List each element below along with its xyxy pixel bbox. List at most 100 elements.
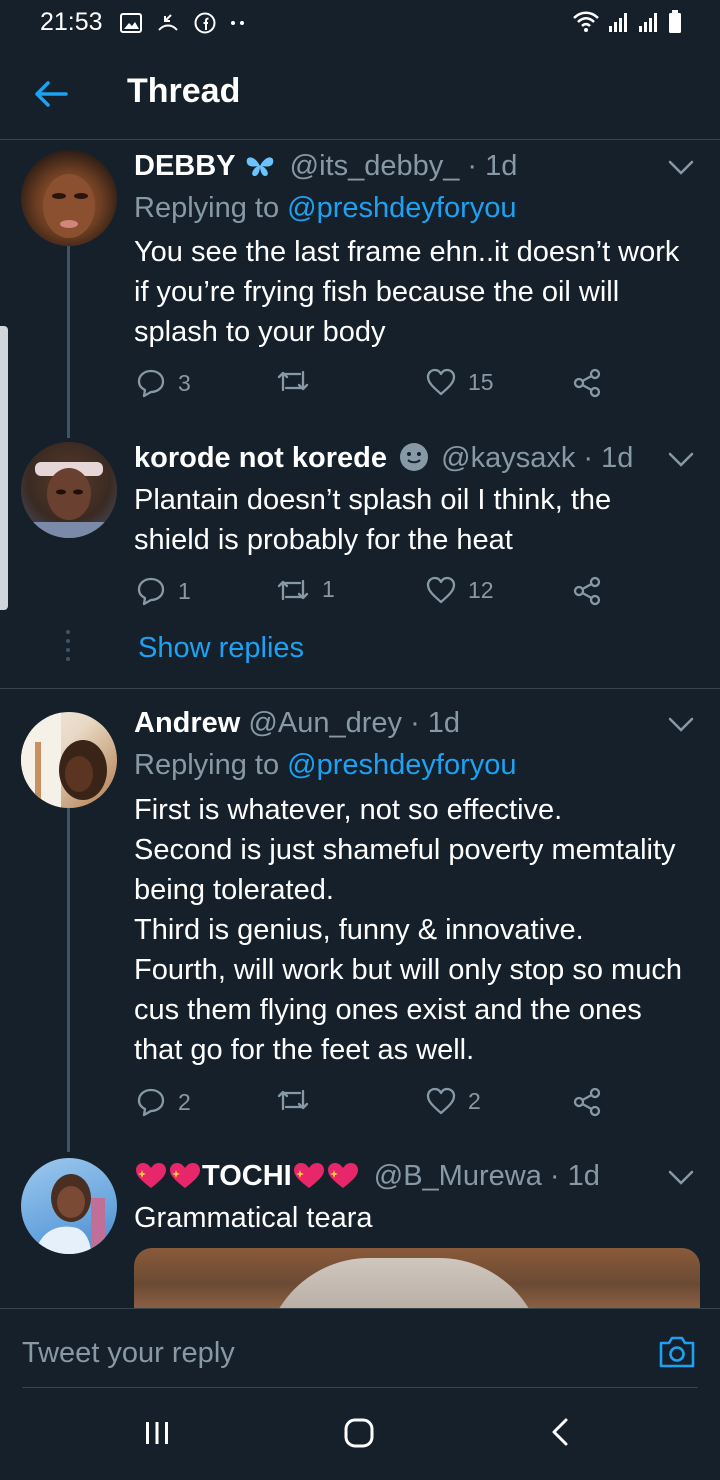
retweet-count: 1 bbox=[322, 576, 335, 602]
chevron-down-icon[interactable] bbox=[668, 452, 694, 468]
retweet-button[interactable] bbox=[276, 368, 322, 394]
share-icon bbox=[573, 1087, 601, 1117]
reply-button[interactable]: 3 bbox=[136, 368, 191, 398]
reply-composer: Tweet your reply bbox=[0, 1308, 720, 1388]
tweet-text: Plantain doesn’t splash oil I think, the… bbox=[134, 484, 612, 556]
media-content bbox=[264, 1258, 544, 1308]
replying-to: Replying to @preshdeyforyou bbox=[134, 192, 517, 224]
share-icon bbox=[573, 368, 601, 398]
avatar-image bbox=[35, 1174, 105, 1254]
thread-connector bbox=[67, 244, 70, 438]
like-button[interactable]: 2 bbox=[426, 1087, 481, 1115]
more-dots-icon bbox=[231, 21, 244, 25]
avatar-image bbox=[31, 462, 107, 538]
like-button[interactable]: 15 bbox=[426, 368, 494, 396]
signal-icon bbox=[609, 13, 627, 32]
battery-icon bbox=[669, 10, 681, 33]
mention-link[interactable]: @preshdeyforyou bbox=[287, 192, 516, 224]
retweet-button[interactable]: 1 bbox=[276, 576, 335, 603]
avatar[interactable] bbox=[21, 1158, 117, 1254]
home-icon[interactable] bbox=[339, 1412, 379, 1452]
handle[interactable]: @its_debby_ bbox=[290, 150, 460, 182]
avatar[interactable] bbox=[21, 712, 117, 808]
back-icon[interactable] bbox=[541, 1412, 581, 1452]
replying-to: Replying to @preshdeyforyou bbox=[134, 749, 517, 781]
show-replies-link[interactable]: Show replies bbox=[138, 632, 304, 665]
tweet-text: You see the last frame ehn..it doesn’t w… bbox=[134, 236, 680, 348]
sparkling-heart-icon bbox=[136, 1163, 166, 1188]
share-button[interactable] bbox=[572, 576, 602, 606]
display-name[interactable]: korode not korede bbox=[134, 442, 387, 474]
status-time: 21:53 bbox=[40, 8, 103, 36]
display-name[interactable]: Andrew bbox=[134, 707, 240, 739]
tweet-text: First is whatever, not so effective. Sec… bbox=[134, 794, 682, 1066]
sparkling-heart-icon bbox=[327, 1163, 358, 1188]
tweet-actions: 1 1 12 bbox=[134, 576, 614, 610]
divider bbox=[0, 688, 720, 689]
reply-icon bbox=[137, 1088, 165, 1117]
avatar-image bbox=[43, 174, 95, 238]
tweet-text: Grammatical teara bbox=[134, 1202, 373, 1234]
chevron-down-icon[interactable] bbox=[668, 160, 694, 176]
avatar[interactable] bbox=[21, 442, 117, 538]
avatar-image bbox=[21, 712, 107, 808]
signal-icon bbox=[639, 13, 657, 32]
page-title: Thread bbox=[127, 72, 241, 110]
heart-icon bbox=[426, 1087, 456, 1115]
reply-count: 2 bbox=[178, 1088, 191, 1115]
heart-icon bbox=[426, 576, 456, 604]
image-icon bbox=[120, 13, 142, 33]
timestamp: · 1d bbox=[583, 442, 634, 474]
reply-count: 3 bbox=[178, 369, 191, 396]
app-bar: Thread bbox=[0, 46, 720, 140]
retweet-icon bbox=[277, 579, 309, 600]
facebook-icon bbox=[194, 12, 216, 34]
timestamp: · 1d bbox=[467, 150, 518, 182]
avatar[interactable] bbox=[21, 150, 117, 246]
handle[interactable]: @Aun_drey bbox=[248, 707, 402, 739]
missed-call-icon bbox=[158, 14, 178, 31]
tweet-media-image[interactable] bbox=[134, 1248, 700, 1308]
thread-connector bbox=[67, 808, 70, 1152]
wifi-icon bbox=[573, 11, 599, 32]
reply-input[interactable]: Tweet your reply bbox=[22, 1337, 235, 1370]
timestamp: · 1d bbox=[549, 1160, 600, 1192]
like-count: 15 bbox=[468, 368, 494, 395]
reply-icon bbox=[137, 577, 165, 606]
back-arrow-icon[interactable] bbox=[30, 74, 70, 114]
like-button[interactable]: 12 bbox=[426, 576, 494, 604]
tweet-actions: 2 2 bbox=[134, 1087, 614, 1121]
retweet-icon bbox=[277, 370, 309, 392]
retweet-icon bbox=[277, 1089, 309, 1111]
mention-link[interactable]: @preshdeyforyou bbox=[287, 749, 516, 781]
thread-feed: DEBBY @its_debby_ · 1d Replying to @pres… bbox=[0, 140, 720, 1308]
tweet-actions: 3 15 bbox=[134, 368, 614, 402]
status-bar: 21:53 bbox=[0, 0, 720, 46]
reply-button[interactable]: 1 bbox=[136, 576, 191, 606]
more-replies-dots bbox=[66, 630, 72, 661]
handle[interactable]: @kaysaxk bbox=[441, 442, 575, 474]
sparkling-heart-icon bbox=[170, 1163, 200, 1188]
share-button[interactable] bbox=[572, 368, 602, 398]
share-button[interactable] bbox=[572, 1087, 602, 1117]
timestamp: · 1d bbox=[410, 707, 461, 739]
display-name[interactable]: TOCHI bbox=[202, 1160, 292, 1192]
reply-icon bbox=[137, 369, 165, 398]
heart-icon bbox=[426, 368, 456, 396]
like-count: 2 bbox=[468, 1087, 481, 1114]
display-name[interactable]: DEBBY bbox=[134, 150, 236, 182]
recent-apps-icon[interactable] bbox=[137, 1412, 177, 1452]
butterfly-icon bbox=[246, 157, 273, 176]
system-nav-bar bbox=[0, 1388, 720, 1480]
handle[interactable]: @B_Murewa bbox=[374, 1160, 542, 1192]
chevron-down-icon[interactable] bbox=[668, 1170, 694, 1186]
like-count: 12 bbox=[468, 576, 494, 603]
reply-count: 1 bbox=[178, 577, 191, 604]
reply-button[interactable]: 2 bbox=[136, 1087, 191, 1117]
slightly-smiling-face-icon bbox=[400, 443, 429, 471]
camera-icon[interactable] bbox=[658, 1335, 696, 1369]
share-icon bbox=[573, 576, 601, 606]
retweet-button[interactable] bbox=[276, 1087, 322, 1113]
chevron-down-icon[interactable] bbox=[668, 717, 694, 733]
sparkling-heart-icon bbox=[293, 1163, 324, 1188]
